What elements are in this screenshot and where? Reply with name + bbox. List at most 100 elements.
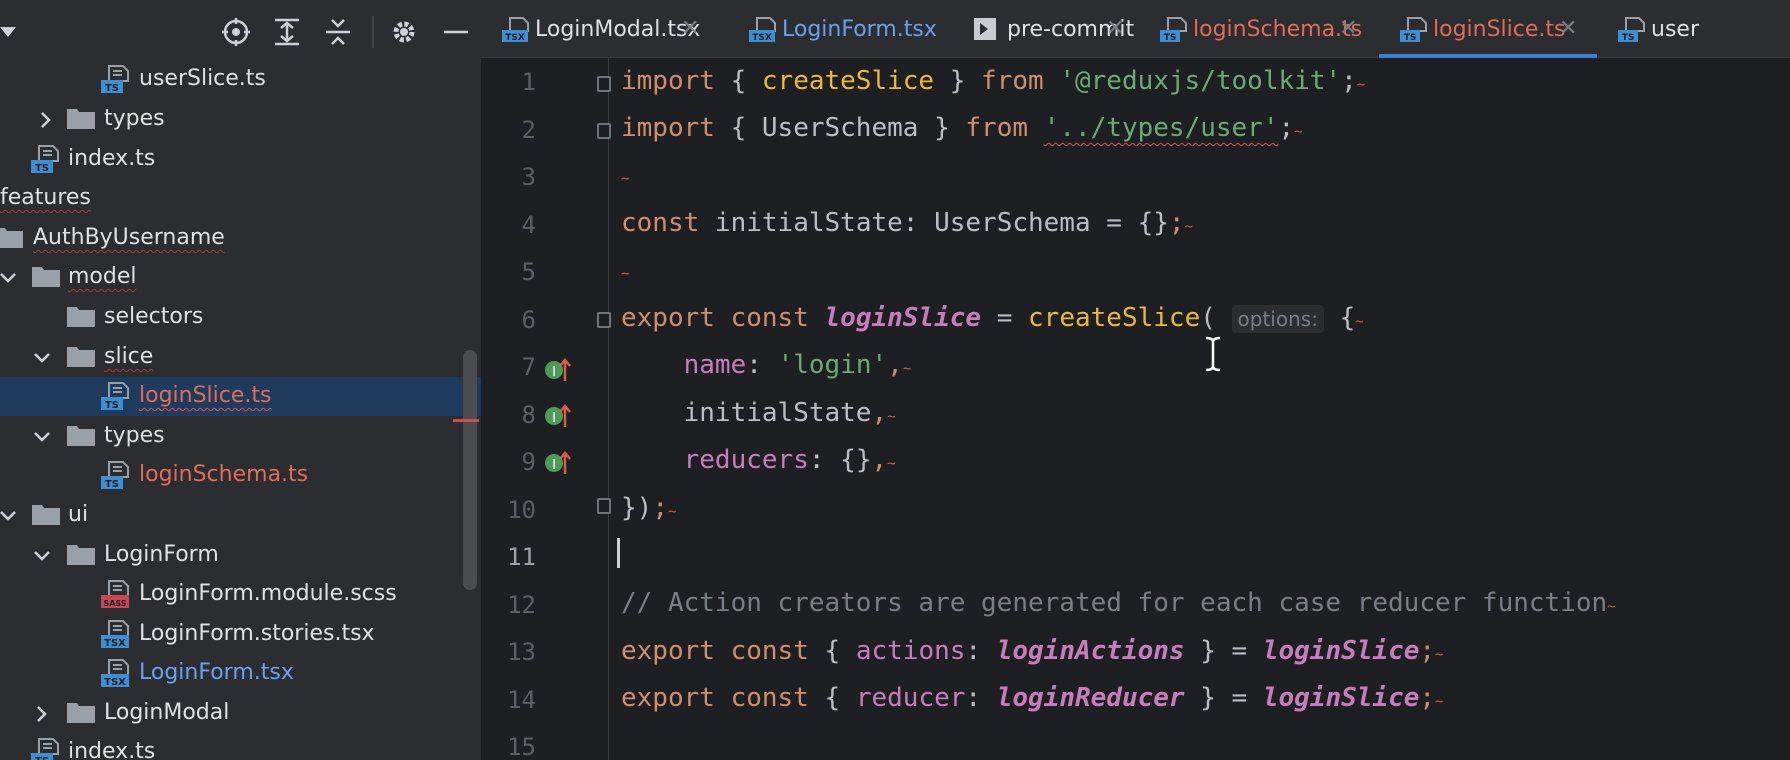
tsx-file-icon: TSX: [748, 17, 776, 43]
code-line-7: name: 'login',~: [683, 350, 912, 380]
folder-icon: [66, 422, 98, 450]
implements-icon[interactable]: I: [543, 355, 573, 385]
line-number: 4: [521, 210, 536, 239]
chevron-down-icon[interactable]: [0, 266, 20, 290]
line-number: 12: [507, 590, 536, 619]
tree-file-row[interactable]: TS userSlice.ts: [0, 60, 481, 99]
editor-tab[interactable]: pre-commit ✕: [953, 0, 1139, 58]
svg-text:TSX: TSX: [752, 33, 772, 43]
tree-folder-row[interactable]: AuthByUsername: [0, 219, 481, 258]
tree-file-row[interactable]: TS index.ts: [0, 140, 481, 179]
chevron-down-icon[interactable]: [30, 425, 54, 449]
folder-icon: [66, 699, 98, 727]
svg-text:TS: TS: [35, 756, 49, 760]
tree-item-label: slice: [104, 344, 154, 369]
tree-item-label: LoginForm.module.scss: [139, 581, 397, 606]
editor-tab[interactable]: TSX LoginForm.tsx: [728, 0, 953, 58]
tree-folder-row[interactable]: LoginModal: [0, 694, 481, 733]
fold-marker[interactable]: [597, 76, 611, 92]
svg-text:I: I: [552, 365, 556, 380]
project-toolbar: [0, 0, 481, 64]
chevron-right-icon[interactable]: [34, 108, 58, 132]
tree-item-label: AuthByUsername: [33, 225, 225, 250]
tree-item-label: types: [104, 423, 165, 448]
ts-file-icon: TS: [30, 145, 62, 174]
line-number: 2: [521, 115, 536, 144]
tree-item-label: types: [104, 106, 165, 131]
tree-item-label: loginSlice.ts: [139, 383, 272, 408]
folder-icon: [66, 105, 98, 133]
expand-all-icon[interactable]: [269, 14, 305, 50]
project-panel: TS userSlice.ts types TS index.ts features Aut…: [0, 0, 481, 760]
ts-file-icon: TS: [100, 65, 132, 94]
tree-file-row[interactable]: SASS LoginForm.module.scss: [0, 575, 481, 614]
code-line-4: const initialState: UserSchema = {};~: [621, 208, 1193, 238]
close-tab-icon[interactable]: ✕: [681, 16, 699, 41]
tree-folder-row[interactable]: features: [0, 179, 481, 218]
chevron-down-icon[interactable]: [30, 346, 54, 370]
editor-tab[interactable]: TS loginSchema.ts ✕: [1139, 0, 1379, 58]
tree-file-row[interactable]: TSX LoginForm.stories.tsx: [0, 615, 481, 654]
tree-folder-row[interactable]: ui: [0, 496, 481, 535]
folder-icon: [31, 263, 63, 291]
close-tab-icon[interactable]: ✕: [1106, 16, 1124, 41]
close-tab-icon[interactable]: ✕: [1339, 16, 1357, 41]
folder-icon: [0, 224, 26, 252]
tree-item-label: model: [68, 264, 137, 289]
svg-text:TSX: TSX: [505, 33, 525, 43]
tree-folder-row[interactable]: LoginForm: [0, 536, 481, 575]
chevron-down-icon[interactable]: [30, 544, 54, 568]
svg-text:TSX: TSX: [104, 638, 126, 649]
tree-file-row[interactable]: TSX LoginForm.tsx: [0, 654, 481, 693]
svg-text:TS: TS: [105, 83, 119, 94]
chevron-right-icon[interactable]: [30, 702, 54, 726]
line-number: 1: [521, 68, 536, 96]
tree-item-label: selectors: [104, 304, 204, 329]
line-number: 9: [521, 448, 536, 476]
tree-folder-row[interactable]: types: [0, 100, 481, 139]
locate-icon[interactable]: [218, 14, 254, 50]
fold-marker[interactable]: [597, 498, 611, 514]
svg-text:TS: TS: [1622, 33, 1635, 43]
code-area[interactable]: 1 2 3 4 5 6 7 8 9 10 11 12 13 14 15 I I I import { cre…: [481, 58, 1790, 760]
folder-icon: [66, 541, 98, 569]
code-line-2: import { UserSchema } from '../types/use…: [621, 113, 1303, 143]
editor-scrollbar[interactable]: [1776, 58, 1790, 760]
tree-folder-row[interactable]: types: [0, 417, 481, 456]
tree-folder-row[interactable]: slice: [0, 338, 481, 377]
minimize-icon[interactable]: [438, 14, 474, 50]
toolbar-divider: [372, 16, 374, 48]
project-scrollbar[interactable]: [463, 350, 477, 590]
implements-icon[interactable]: I: [543, 401, 573, 431]
gear-icon[interactable]: [386, 14, 422, 50]
tree-file-row[interactable]: TS index.ts: [0, 733, 481, 760]
editor: TSX LoginModal.tsx ✕ TSX LoginForm.tsx pre-co…: [481, 0, 1790, 760]
tab-label: loginSlice.ts: [1433, 17, 1566, 42]
tab-label: LoginModal.tsx: [535, 17, 701, 42]
editor-tab[interactable]: TSX LoginModal.tsx ✕: [481, 0, 728, 58]
fold-marker[interactable]: [597, 123, 611, 139]
ts-file-icon: TS: [100, 461, 132, 490]
editor-tab[interactable]: TS loginSlice.ts ✕: [1379, 0, 1597, 58]
svg-text:I: I: [552, 458, 556, 473]
line-number: 10: [507, 495, 536, 524]
tree-item-label: index.ts: [68, 146, 156, 171]
implements-icon[interactable]: I: [543, 448, 573, 478]
svg-text:TS: TS: [105, 400, 119, 411]
svg-text:TS: TS: [1164, 33, 1177, 43]
close-tab-icon[interactable]: ✕: [1559, 16, 1577, 41]
tab-label: LoginForm.tsx: [782, 17, 937, 42]
folder-icon: [66, 303, 98, 331]
fold-marker[interactable]: [597, 312, 611, 328]
tree-folder-row[interactable]: model: [0, 258, 481, 297]
line-number: 15: [507, 733, 536, 760]
collapse-all-icon[interactable]: [320, 14, 356, 50]
chevron-down-icon[interactable]: [0, 14, 26, 50]
chevron-down-icon[interactable]: [0, 504, 20, 528]
tsx-file-icon: TSX: [501, 17, 529, 43]
editor-tab[interactable]: TS user: [1597, 0, 1790, 58]
tree-folder-row[interactable]: selectors: [0, 298, 481, 337]
line-number: 6: [521, 305, 536, 334]
tree-file-row[interactable]: TS loginSchema.ts: [0, 456, 481, 495]
tree-file-row[interactable]: TS loginSlice.ts: [0, 377, 481, 416]
